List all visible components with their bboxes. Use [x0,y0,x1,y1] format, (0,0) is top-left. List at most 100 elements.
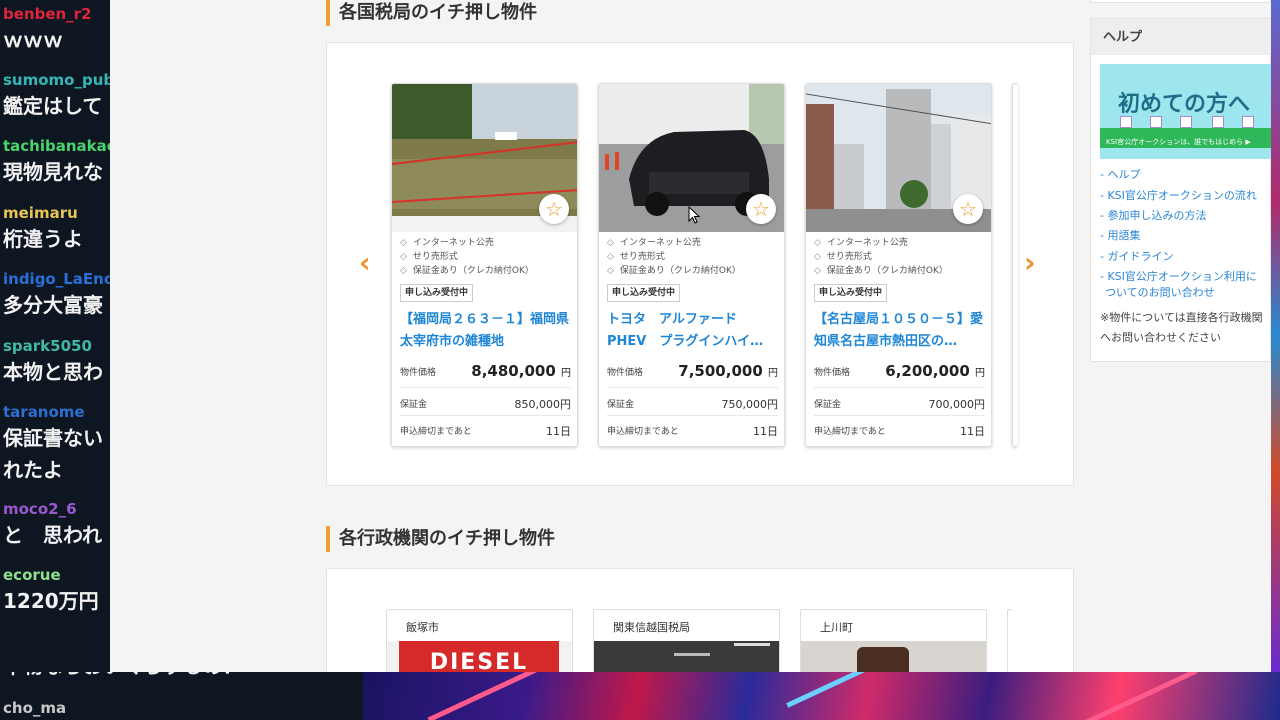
chat-entry: cho_ma [3,698,363,718]
property-image: DIESEL [387,641,572,672]
deadline-row: 申込締切まであと 11日 [814,425,985,438]
agency-name: 上川町 [820,621,853,634]
chat-entry: moco2_6 と 思われ [3,499,110,551]
help-link[interactable]: - ヘルプ [1100,166,1271,183]
property-image [801,641,986,672]
chat-message: 1220万円 [3,589,99,613]
registration-link[interactable]: - 参加申し込みの方法 [1100,207,1271,224]
featured-items-panel: ‹ › ☆ ◇ インターネット公売 ◇ せり売形式 ◇ 保証金あり（クレカ納付OK） [326,42,1074,486]
guideline-link[interactable]: - ガイドライン [1100,248,1271,265]
stream-background-strip [1271,0,1280,672]
chat-message: 多分大富豪 [3,293,103,317]
contact-link[interactable]: - KSI官公庁オークション利用に [1100,268,1271,285]
chat-panel-bottom: bbarevolution 本物ならおいくらするの？ cho_ma [0,672,363,720]
chat-message: ｗｗｗ [3,28,63,52]
deadline-row: 申込締切まであと 11日 [400,425,571,438]
chat-message: と 思われ [3,523,102,547]
government-items-panel: 飯塚市 DIESEL 関東信越国税局 上川町 [326,568,1074,672]
help-sidebar: ヘルプ 初めての方へ KSI官公庁オークションは、誰でもはじめら ▶ - ヘルプ… [1090,18,1271,362]
property-card[interactable]: ☆ ◇ インターネット公売 ◇ せり売形式 ◇ 保証金あり（クレカ納付OK） 申し込み… [805,83,992,447]
mouse-cursor-icon [688,206,700,224]
tag-icon: ◇ [814,238,821,248]
tag: ◇ インターネット公売 [607,238,701,248]
chevron-right-icon[interactable]: › [1024,249,1036,277]
tag-icon: ◇ [607,238,614,248]
tag: ◇ 保証金あり（クレカ納付OK） [400,266,534,276]
tag: ◇ 保証金あり（クレカ納付OK） [607,266,741,276]
agency-card[interactable]: 関東信越国税局 [593,609,780,672]
deposit-row: 保証金 850,000円 [400,388,571,416]
tag-icon: ◇ [400,252,407,262]
sidebar-top-box [1090,0,1271,3]
stream-background [363,672,1280,720]
status-badge: 申し込み受付中 [400,284,474,302]
favorite-star-icon[interactable]: ☆ [539,194,569,224]
section-title-tax-bureau: 各国税局のイチ押し物件 [326,0,537,26]
tag: ◇ せり売形式 [607,252,665,262]
chat-message: 保証書ない [3,426,103,450]
property-card-partial[interactable] [1012,83,1018,447]
chat-entry: meimaru 桁違うよ [3,203,110,255]
favorite-star-icon[interactable]: ☆ [746,194,776,224]
section-title-government: 各行政機関のイチ押し物件 [326,526,555,552]
banner-subtext: KSI官公庁オークションは、誰でもはじめら ▶ [1100,136,1271,148]
chat-username: sumomo_pub [3,71,110,89]
tag: ◇ インターネット公売 [400,238,494,248]
property-title[interactable]: トヨタ アルファード PHEV プラグインハイ… [607,309,779,353]
chat-message: 本物と思わ [3,360,103,384]
chat-message: 鑑定はして [3,94,103,118]
price-row: 物件価格 8,480,000 円 [400,358,571,388]
tag-icon: ◇ [400,238,407,248]
banner-title: 初めての方へ [1118,92,1251,117]
contact-link-cont[interactable]: ついてのお問い合わせ [1100,284,1271,301]
status-badge: 申し込み受付中 [607,284,681,302]
tag-icon: ◇ [814,266,821,276]
agency-card-partial[interactable] [1007,609,1013,672]
favorite-star-icon[interactable]: ☆ [953,194,983,224]
chat-entry: taranome 保証書ない れたよ [3,402,110,486]
property-card[interactable]: ☆ ◇ インターネット公売 ◇ せり売形式 ◇ 保証金あり（クレカ納付OK） 申し込み… [598,83,785,447]
tag-icon: ◇ [814,252,821,262]
help-heading: ヘルプ [1091,19,1271,55]
tag-icon: ◇ [400,266,407,276]
property-card[interactable]: ☆ ◇ インターネット公売 ◇ せり売形式 ◇ 保証金あり（クレカ納付OK） 申し込み… [391,83,578,447]
chat-message: 桁違うよ [3,227,83,251]
sidebar-note: ※物件については直接各行政機関へお問い合わせください [1100,311,1263,344]
chat-entry: sumomo_pub 鑑定はして [3,70,110,122]
agency-name: 飯塚市 [406,621,439,634]
chat-entry: benben_r2 ｗｗｗ [3,4,110,56]
deposit-row: 保証金 700,000円 [814,388,985,416]
diesel-logo: DIESEL [399,641,559,672]
chat-username: tachibanakae [3,137,110,155]
tag: ◇ せり売形式 [814,252,872,262]
price-row: 物件価格 7,500,000 円 [607,358,778,388]
chat-username: cho_ma [3,699,67,717]
agency-card[interactable]: 飯塚市 DIESEL [386,609,573,672]
deadline-row: 申込締切まであと 11日 [607,425,778,438]
chat-username: benben_r2 [3,5,92,23]
deposit-row: 保証金 750,000円 [607,388,778,416]
chat-message: れたよ [3,458,63,482]
beginners-banner[interactable]: 初めての方へ KSI官公庁オークションは、誰でもはじめら ▶ [1100,64,1271,159]
property-image [594,641,779,672]
chevron-left-icon[interactable]: ‹ [359,249,371,277]
chat-entry: spark5050 本物と思わ [3,336,110,388]
chat-message: 現物見れな [3,160,103,184]
browser-page[interactable]: 各国税局のイチ押し物件 ‹ › ☆ ◇ インターネット公売 ◇ せり売形式 ◇ … [110,0,1271,672]
chat-username: indigo_LaEnc [3,270,110,288]
flow-link[interactable]: - KSI官公庁オークションの流れ [1100,187,1271,204]
chat-panel: benben_r2 ｗｗｗ sumomo_pub 鑑定はして tachibana… [0,0,110,720]
agency-name: 関東信越国税局 [613,621,690,634]
property-title[interactable]: 【名古屋局１０５０－５】愛知県名古屋市熱田区の… [814,309,986,353]
agency-card[interactable]: 上川町 [800,609,987,672]
status-badge: 申し込み受付中 [814,284,888,302]
chat-username: moco2_6 [3,500,77,518]
glossary-link[interactable]: - 用語集 [1100,227,1271,244]
chat-entry: indigo_LaEnc 多分大富豪 [3,269,110,321]
chat-username: taranome [3,403,85,421]
chat-entry: bbarevolution 本物ならおいくらするの？ [3,672,363,682]
tag: ◇ 保証金あり（クレカ納付OK） [814,266,948,276]
property-title[interactable]: 【福岡局２６３－１】福岡県太宰府市の雑種地 [400,309,572,353]
tag: ◇ せり売形式 [400,252,458,262]
chat-entry: ecorue 1220万円 [3,565,110,617]
